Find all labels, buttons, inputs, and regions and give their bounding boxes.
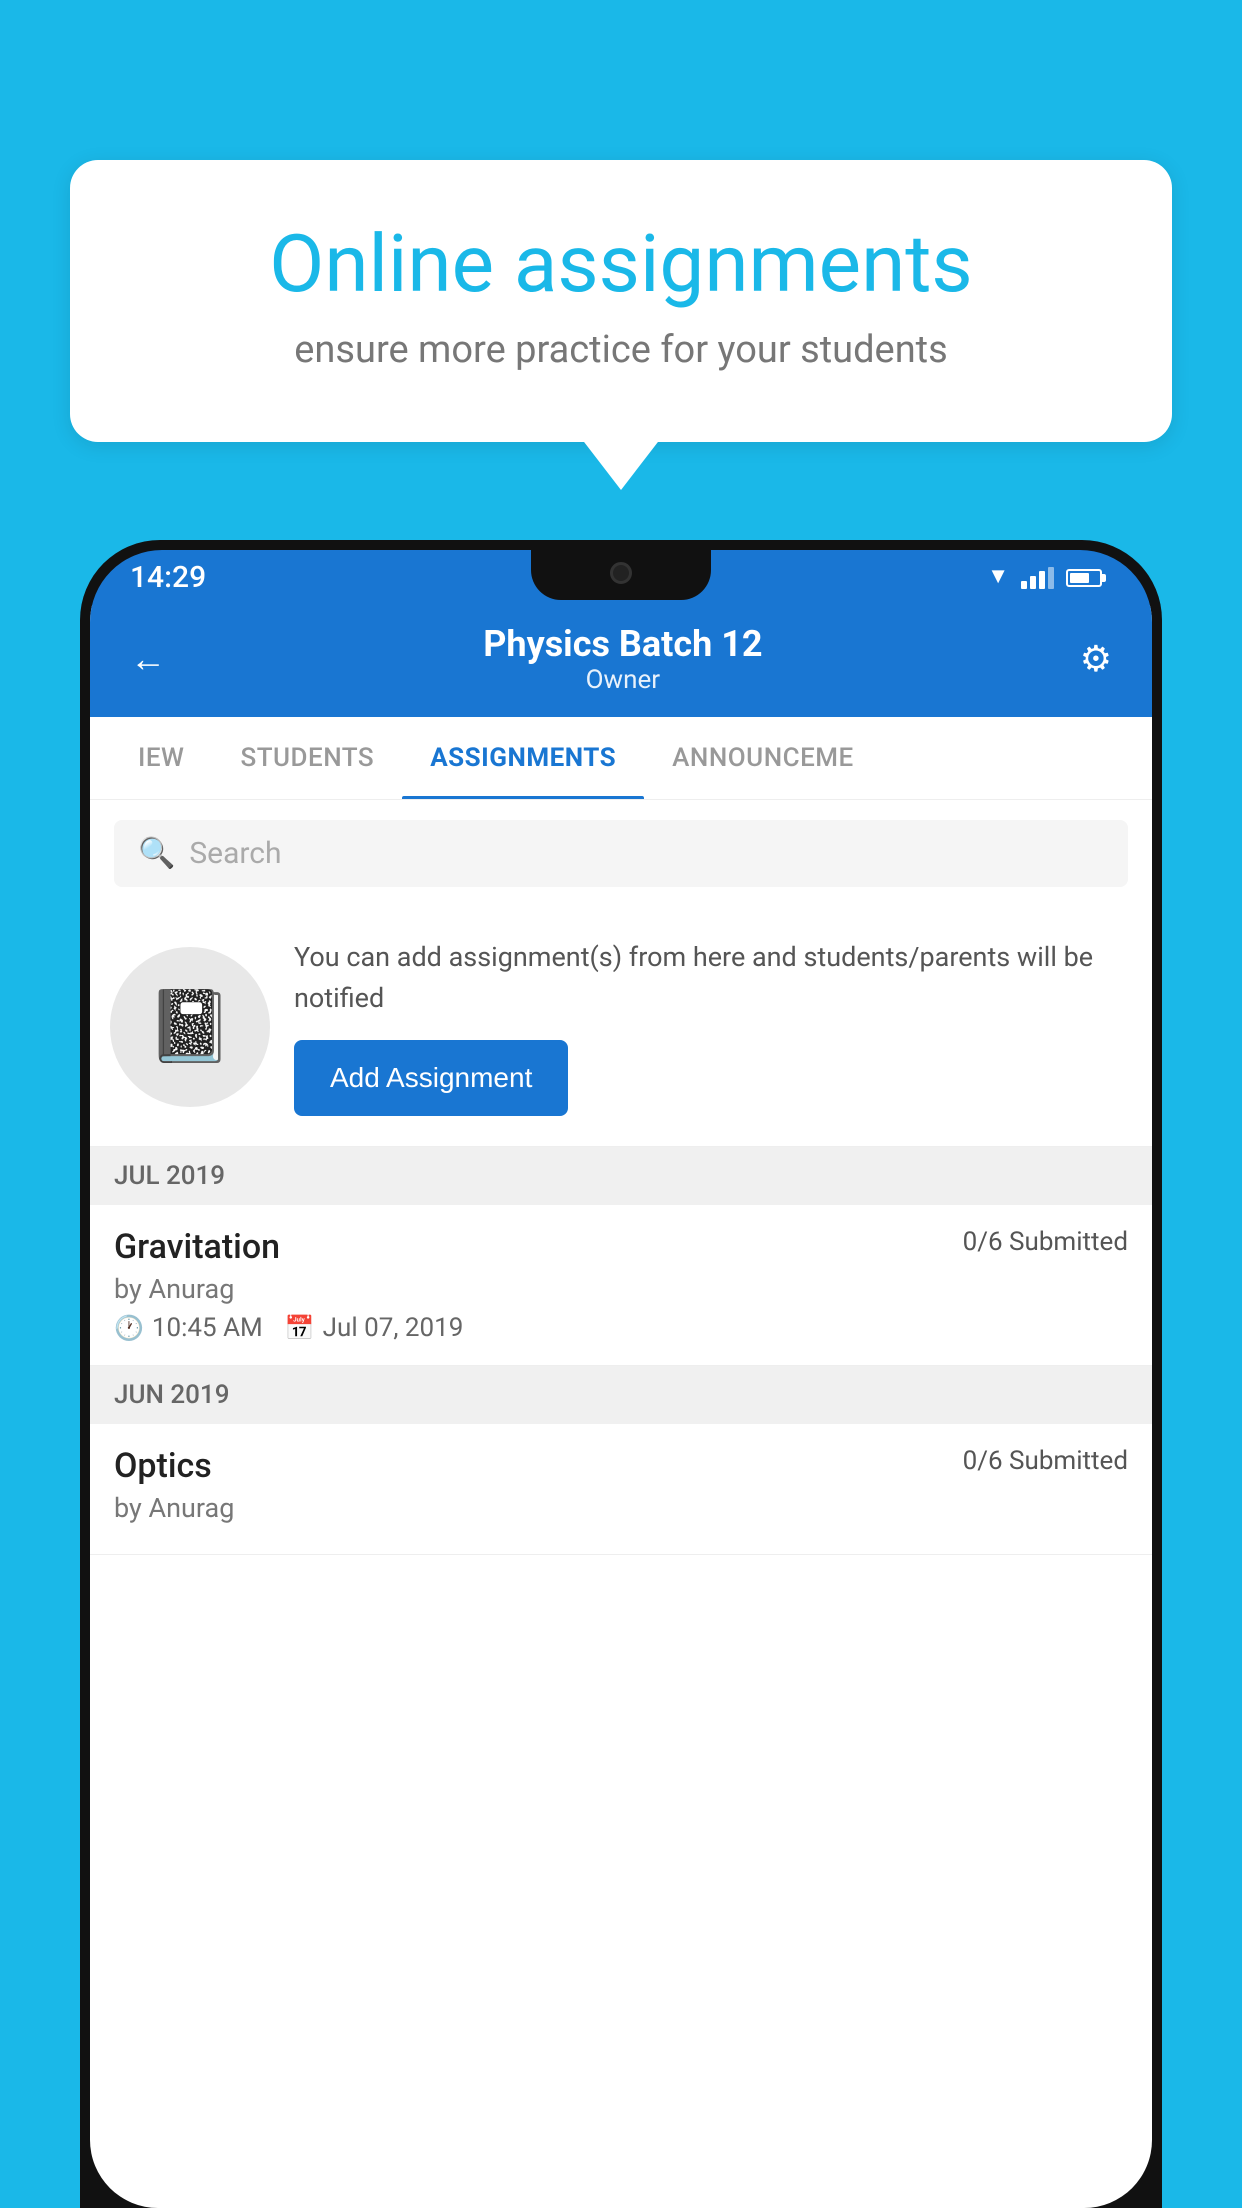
tab-assignments[interactable]: ASSIGNMENTS [402, 717, 644, 799]
back-button[interactable]: ← [130, 638, 166, 680]
promo-text-area: You can add assignment(s) from here and … [294, 937, 1128, 1116]
assignment-time: 10:45 AM [152, 1313, 263, 1343]
phone-frame: 14:29 ▼ [80, 540, 1162, 2208]
phone-inner: 14:29 ▼ [90, 550, 1152, 2208]
section-jun-2019: JUN 2019 [90, 1366, 1152, 1424]
add-assignment-promo: 📓 You can add assignment(s) from here an… [90, 907, 1152, 1147]
assignment-date: Jul 07, 2019 [323, 1313, 464, 1343]
search-input-wrapper[interactable]: 🔍 Search [114, 820, 1128, 887]
assignment-name-gravitation: Gravitation [114, 1227, 280, 1267]
assignment-row-top-optics: Optics 0/6 Submitted [114, 1446, 1128, 1486]
battery-icon [1066, 569, 1102, 587]
front-camera [610, 562, 632, 584]
tab-students[interactable]: STUDENTS [212, 717, 402, 799]
tab-iew[interactable]: IEW [110, 717, 212, 799]
batch-subtitle: Owner [483, 665, 762, 695]
batch-title: Physics Batch 12 [483, 623, 762, 665]
tabs-bar: IEW STUDENTS ASSIGNMENTS ANNOUNCEME [90, 717, 1152, 800]
assignment-optics[interactable]: Optics 0/6 Submitted by Anurag [90, 1424, 1152, 1555]
calendar-icon: 📅 [285, 1314, 315, 1342]
phone-notch [531, 550, 711, 600]
speech-bubble-subtitle: ensure more practice for your students [150, 328, 1092, 372]
speech-bubble: Online assignments ensure more practice … [70, 160, 1172, 442]
promo-icon-circle: 📓 [110, 947, 270, 1107]
search-bar: 🔍 Search [90, 800, 1152, 907]
meta-time: 🕐 10:45 AM [114, 1313, 263, 1343]
search-icon: 🔍 [138, 836, 175, 871]
assignment-submitted-gravitation: 0/6 Submitted [963, 1227, 1128, 1257]
assignment-submitted-optics: 0/6 Submitted [963, 1446, 1128, 1476]
assignment-name-optics: Optics [114, 1446, 212, 1486]
assignment-author-optics: by Anurag [114, 1492, 1128, 1524]
speech-bubble-container: Online assignments ensure more practice … [70, 160, 1172, 442]
wifi-icon: ▼ [987, 567, 1009, 589]
screen-inner: ← Physics Batch 12 Owner ⚙ IEW STUDENTS … [90, 605, 1152, 2208]
speech-bubble-title: Online assignments [150, 220, 1092, 308]
app-header: ← Physics Batch 12 Owner ⚙ [90, 605, 1152, 717]
clock-icon: 🕐 [114, 1314, 144, 1342]
status-icons: ▼ [987, 567, 1102, 589]
notebook-icon: 📓 [146, 986, 233, 1068]
promo-description: You can add assignment(s) from here and … [294, 937, 1128, 1018]
signal-icon [1021, 567, 1054, 589]
assignment-gravitation[interactable]: Gravitation 0/6 Submitted by Anurag 🕐 10… [90, 1205, 1152, 1366]
assignment-author-gravitation: by Anurag [114, 1273, 1128, 1305]
assignment-meta-gravitation: 🕐 10:45 AM 📅 Jul 07, 2019 [114, 1313, 1128, 1343]
add-assignment-button[interactable]: Add Assignment [294, 1040, 568, 1116]
tab-announcements[interactable]: ANNOUNCEME [644, 717, 882, 799]
assignment-row-top: Gravitation 0/6 Submitted [114, 1227, 1128, 1267]
search-placeholder: Search [189, 836, 281, 871]
header-center: Physics Batch 12 Owner [483, 623, 762, 695]
meta-date: 📅 Jul 07, 2019 [285, 1313, 464, 1343]
status-time: 14:29 [130, 560, 206, 595]
settings-button[interactable]: ⚙ [1080, 638, 1112, 680]
section-jul-2019: JUL 2019 [90, 1147, 1152, 1205]
phone-screen: ← Physics Batch 12 Owner ⚙ IEW STUDENTS … [90, 605, 1152, 2208]
